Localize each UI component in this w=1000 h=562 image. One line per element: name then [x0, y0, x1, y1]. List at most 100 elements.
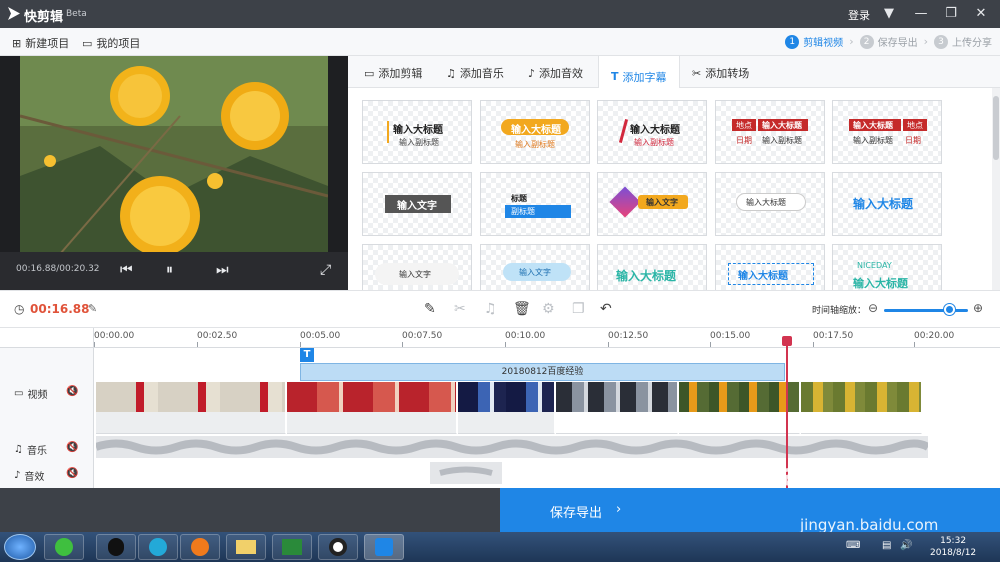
template-tile[interactable]: 输入文字	[480, 244, 590, 290]
sfx-track-icon: ♪	[14, 470, 21, 481]
video-clip[interactable]	[801, 382, 922, 412]
sfx-clip[interactable]	[430, 462, 502, 484]
sfx-mute-icon[interactable]: 🔇	[66, 468, 78, 479]
taskbar-app-editor[interactable]	[272, 534, 312, 560]
video-camera-icon: ▭	[364, 66, 375, 80]
login-button[interactable]: 登录	[848, 7, 870, 23]
network-icon[interactable]: ▤	[882, 540, 891, 551]
taskbar-app-media[interactable]	[138, 534, 178, 560]
tab-add-transition[interactable]: ✂ 添加转场	[692, 65, 749, 81]
scissors-icon[interactable]: ✂	[454, 301, 466, 317]
scrollbar-thumb[interactable]	[993, 96, 999, 160]
template-tile[interactable]: 输入大标题 地点 日期 输入副标题	[832, 100, 942, 164]
minimize-icon[interactable]: —	[910, 4, 932, 24]
subtitle-clip-flag-icon: T	[300, 348, 314, 362]
video-mute-icon[interactable]: 🔇	[66, 386, 78, 397]
edit-time-icon[interactable]: ✎	[88, 302, 97, 315]
zoom-slider-handle[interactable]	[944, 304, 955, 315]
transition-icon: ✂	[692, 66, 702, 80]
pause-icon[interactable]: ⏸	[166, 262, 173, 278]
system-clock[interactable]: 15:32 2018/8/12	[930, 535, 976, 559]
app-logo-icon	[8, 7, 20, 20]
my-projects-button[interactable]: ▭ 我的项目	[82, 35, 140, 51]
video-clip[interactable]	[556, 382, 678, 412]
taskbar-app-qq[interactable]	[96, 534, 136, 560]
template-tile[interactable]: 输入大标题	[597, 244, 707, 290]
template-tile[interactable]: 输入大标题	[832, 172, 942, 236]
folder-icon: ▭	[82, 36, 93, 50]
tab-add-music[interactable]: ♫ 添加音乐	[446, 65, 504, 81]
bell-icon[interactable]: ♫	[484, 301, 497, 317]
music-mute-icon[interactable]: 🔇	[66, 442, 78, 453]
music-track-icon: ♫	[14, 444, 23, 455]
step-export[interactable]: 2 保存导出	[859, 34, 918, 49]
new-project-icon: ⊞	[12, 36, 22, 50]
clock-icon: ◷	[14, 302, 25, 316]
fullscreen-icon[interactable]: ⤢	[320, 262, 331, 278]
video-clip[interactable]	[287, 382, 457, 412]
taskbar-app-360[interactable]	[44, 534, 84, 560]
track-headers: ▭ 视频 🔇 ♫ 音乐 🔇 ♪ 音效 🔇	[0, 348, 94, 488]
template-tile[interactable]: 输入大标题	[715, 172, 825, 236]
next-frame-icon[interactable]: ⏭	[216, 262, 229, 278]
video-clip[interactable]	[96, 382, 286, 412]
step-share[interactable]: 3 上传分享	[934, 34, 992, 49]
timeline-ruler[interactable]: 00:00.00 00:02.50 00:05.00 00:07.50 00:1…	[94, 328, 1000, 348]
template-tile[interactable]: 输入文字	[362, 172, 472, 236]
workflow-steps: 1 剪辑视频 › 2 保存导出 › 3 上传分享	[785, 34, 992, 49]
template-tile[interactable]: 输入大标题	[715, 244, 825, 290]
undo-icon[interactable]: ↶	[600, 301, 612, 317]
zoom-label: 时间轴缩放：	[812, 306, 867, 316]
title-bar: 快剪辑 Beta 登录 ▼ — ❐ ✕	[0, 0, 1000, 28]
tab-add-sfx[interactable]: ♪ 添加音效	[528, 65, 583, 81]
template-tile[interactable]: NICEDAY 输入大标题	[832, 244, 942, 290]
template-tile[interactable]: 地点 输入大标题 日期 输入副标题	[715, 100, 825, 164]
zoom-in-icon[interactable]: ⊕	[973, 301, 983, 315]
clip-audio	[556, 412, 678, 434]
current-time: 00:16.88	[30, 302, 90, 316]
new-project-label: 新建项目	[25, 37, 70, 50]
crop-icon[interactable]: ⚙	[542, 301, 555, 317]
clip-audio	[96, 412, 286, 434]
chevron-right-icon: ›	[849, 35, 854, 48]
tab-add-clip[interactable]: ▭ 添加剪辑	[364, 65, 422, 81]
music-note-icon: ♫	[446, 66, 456, 80]
text-t-icon: T	[611, 70, 619, 83]
template-tile[interactable]: 输入大标题 输入副标题	[597, 100, 707, 164]
trash-icon[interactable]: 🗑	[513, 301, 531, 317]
maximize-icon[interactable]: ❐	[940, 4, 962, 24]
app-name: 快剪辑	[24, 10, 64, 25]
beta-badge: Beta	[66, 9, 87, 19]
template-tile[interactable]: 标题 副标题	[480, 172, 590, 236]
zoom-slider[interactable]	[884, 309, 968, 312]
subtitle-clip[interactable]: 20180812百度经验	[300, 363, 785, 381]
template-tile[interactable]: 输入大标题 输入副标题	[480, 100, 590, 164]
video-clip[interactable]	[458, 382, 555, 412]
template-tile[interactable]: 输入文字	[597, 172, 707, 236]
video-clip[interactable]	[679, 382, 800, 412]
windows-taskbar: ⌨ ▤ 🔊 15:32 2018/8/12	[0, 532, 1000, 562]
step-edit[interactable]: 1 剪辑视频	[785, 34, 843, 49]
prev-frame-icon[interactable]: ⏮	[120, 262, 133, 278]
volume-icon[interactable]: 🔊	[900, 540, 912, 551]
taskbar-app-firefox[interactable]	[180, 534, 220, 560]
template-tile[interactable]: 输入文字	[362, 244, 472, 290]
keyboard-icon[interactable]: ⌨	[846, 540, 860, 551]
taskbar-app-recorder[interactable]	[318, 534, 358, 560]
sfx-waveform	[439, 466, 493, 476]
new-project-button[interactable]: ⊞ 新建项目	[12, 35, 69, 51]
template-scrollbar[interactable]	[992, 88, 1000, 290]
chevron-right-icon: ›	[616, 502, 622, 517]
close-icon[interactable]: ✕	[970, 4, 992, 24]
pencil-icon[interactable]: ✎	[424, 301, 436, 317]
template-tile[interactable]: 输入大标题 输入副标题	[362, 100, 472, 164]
copy-icon[interactable]: ❐	[572, 301, 585, 317]
taskbar-app-kuaijianji[interactable]	[364, 534, 404, 560]
start-button[interactable]	[4, 534, 36, 560]
clip-audio	[458, 412, 555, 434]
track-label-video: ▭ 视频	[14, 388, 48, 401]
menu-dropdown-icon[interactable]: ▼	[878, 4, 900, 24]
tab-add-subtitle[interactable]: T 添加字幕	[598, 56, 680, 88]
zoom-out-icon[interactable]: ⊖	[868, 301, 878, 315]
taskbar-app-explorer[interactable]	[226, 534, 266, 560]
